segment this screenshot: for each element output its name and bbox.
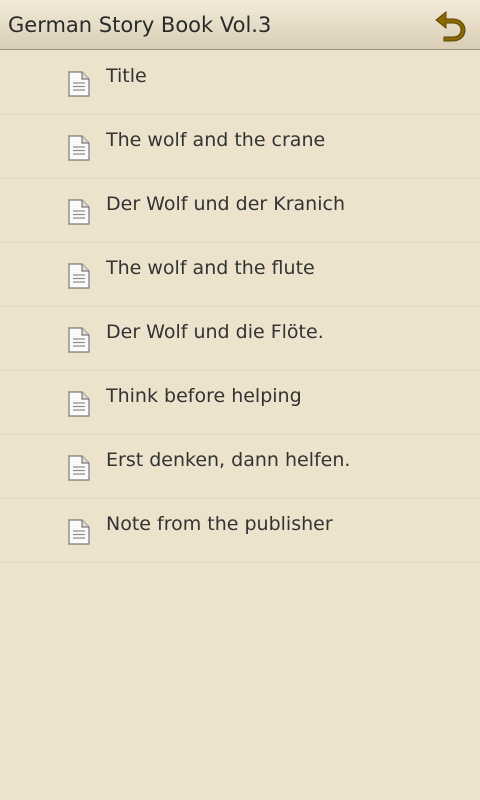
list-item[interactable]: The wolf and the crane bbox=[0, 115, 480, 179]
list-item[interactable]: Erst denken, dann helfen. bbox=[0, 435, 480, 499]
list-item-label: Think before helping bbox=[106, 385, 302, 407]
document-icon bbox=[68, 391, 90, 417]
page-title: German Story Book Vol.3 bbox=[8, 13, 272, 37]
back-button[interactable] bbox=[430, 6, 470, 44]
document-icon bbox=[68, 519, 90, 545]
list-item[interactable]: Think before helping bbox=[0, 371, 480, 435]
document-icon bbox=[68, 263, 90, 289]
document-icon bbox=[68, 199, 90, 225]
chapter-list: Title The wolf and the crane Der Wolf un… bbox=[0, 51, 480, 563]
list-item-label: Der Wolf und die Flöte. bbox=[106, 321, 324, 343]
list-item-label: Title bbox=[106, 65, 147, 87]
list-item-label: Erst denken, dann helfen. bbox=[106, 449, 351, 471]
document-icon bbox=[68, 71, 90, 97]
list-item-label: Note from the publisher bbox=[106, 513, 333, 535]
list-item[interactable]: Note from the publisher bbox=[0, 499, 480, 563]
app-header: German Story Book Vol.3 bbox=[0, 0, 480, 50]
document-icon bbox=[68, 327, 90, 353]
document-icon bbox=[68, 455, 90, 481]
list-item-label: The wolf and the flute bbox=[106, 257, 315, 279]
list-item[interactable]: Der Wolf und die Flöte. bbox=[0, 307, 480, 371]
list-item[interactable]: The wolf and the flute bbox=[0, 243, 480, 307]
back-arrow-icon bbox=[435, 10, 466, 42]
list-item[interactable]: Title bbox=[0, 51, 480, 115]
list-item-label: The wolf and the crane bbox=[106, 129, 326, 151]
list-item-label: Der Wolf und der Kranich bbox=[106, 193, 345, 215]
list-item[interactable]: Der Wolf und der Kranich bbox=[0, 179, 480, 243]
document-icon bbox=[68, 135, 90, 161]
